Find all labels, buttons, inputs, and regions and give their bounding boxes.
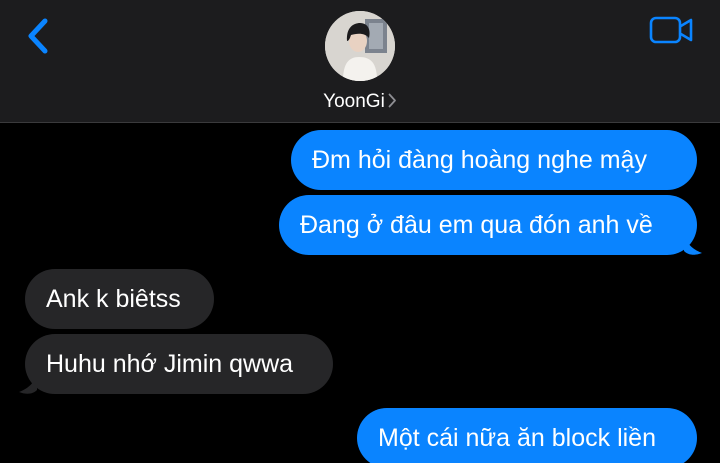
bubble-tail xyxy=(19,376,37,394)
conversation-header: YoonGi xyxy=(0,0,720,123)
message-bubble-outgoing[interactable]: Đang ở đâu em qua đón anh về xyxy=(279,195,697,255)
message-text: Đang ở đâu em qua đón anh về xyxy=(300,211,653,239)
message-bubble-incoming[interactable]: Huhu nhớ Jimin qwwa xyxy=(25,334,333,394)
message-text: Một cái nữa ăn block liền xyxy=(378,424,656,452)
contact-avatar[interactable] xyxy=(325,11,395,81)
message-bubble-outgoing[interactable]: Một cái nữa ăn block liền xyxy=(357,408,697,463)
contact-photo xyxy=(325,11,395,81)
message-text: Đm hỏi đàng hoàng nghe mậy xyxy=(312,146,647,174)
video-camera-icon xyxy=(649,16,693,44)
chevron-left-icon xyxy=(28,18,48,54)
back-button[interactable] xyxy=(22,14,56,58)
contact-name: YoonGi xyxy=(323,91,385,112)
message-text: Huhu nhớ Jimin qwwa xyxy=(46,350,294,378)
message-bubble-outgoing[interactable]: Đm hỏi đàng hoàng nghe mậy xyxy=(291,130,697,190)
contact-name-button[interactable]: YoonGi xyxy=(0,91,720,113)
message-text: Ank k biêtss xyxy=(46,285,181,313)
chevron-right-icon xyxy=(388,93,396,108)
message-bubble-incoming[interactable]: Ank k biêtss xyxy=(25,269,214,329)
facetime-video-button[interactable] xyxy=(648,14,696,46)
bubble-tail xyxy=(684,237,702,255)
